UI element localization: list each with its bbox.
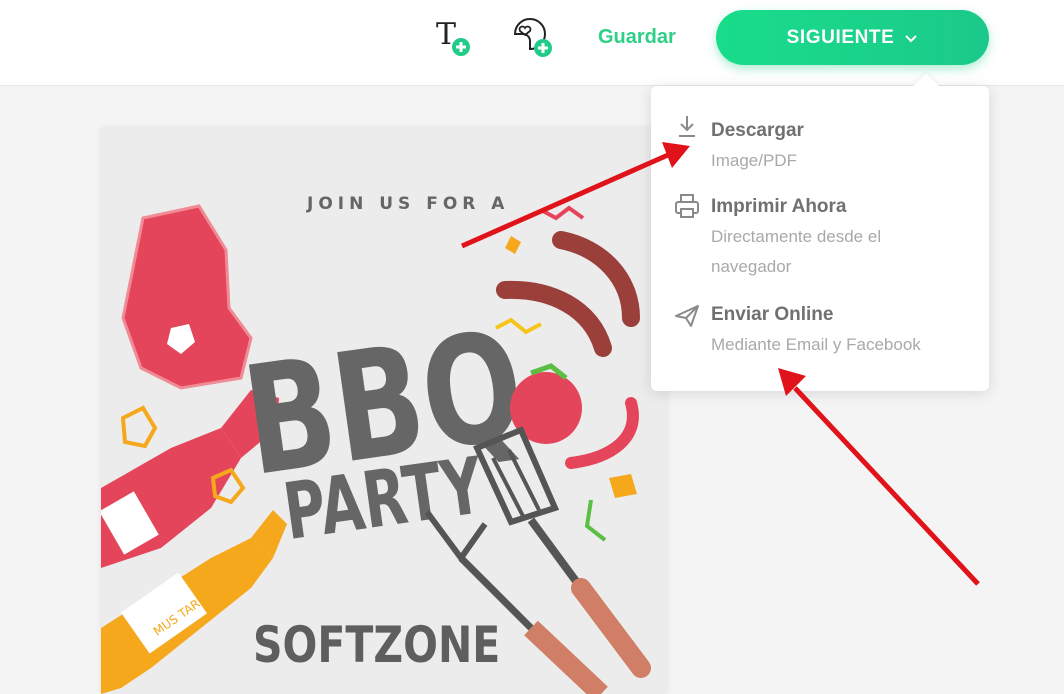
menu-item-title: Descargar (711, 120, 804, 141)
menu-item-subtitle: Mediante Email y Facebook (711, 335, 921, 354)
printer-icon (675, 194, 699, 218)
arrow-to-send-online (778, 368, 980, 586)
next-button-label: SIGUIENTE (786, 26, 895, 48)
save-button[interactable]: Guardar (598, 26, 676, 49)
design-canvas[interactable]: MUS TARD BBQ PARTY JOIN US FOR A SOFTZON… (101, 128, 667, 694)
menu-item-subtitle: Image/PDF (711, 151, 797, 170)
paper-plane-icon (675, 305, 699, 327)
brand-text: SOFTZONE (253, 616, 501, 674)
menu-item-send-online[interactable]: Enviar Online Mediante Email y Facebook (651, 292, 989, 362)
tagline-text: JOIN US FOR A (307, 194, 510, 214)
menu-item-title: Imprimir Ahora (711, 196, 847, 217)
add-sticker-button[interactable] (510, 14, 554, 58)
download-icon (679, 116, 695, 137)
next-button[interactable]: SIGUIENTE (716, 10, 989, 65)
top-bar: T Guardar SIGUIENTE (0, 0, 1064, 86)
next-dropdown-menu: Descargar Image/PDF Imprimir Ahora Direc… (651, 86, 989, 391)
text-plus-icon: T (436, 17, 470, 56)
menu-item-print[interactable]: Imprimir Ahora Directamente desde el nav… (651, 184, 989, 294)
menu-item-subtitle: Directamente desde el navegador (711, 227, 882, 276)
sticker-plus-icon (513, 18, 552, 57)
menu-item-download[interactable]: Descargar Image/PDF (651, 108, 989, 178)
chevron-down-icon (905, 34, 918, 42)
menu-item-title: Enviar Online (711, 304, 834, 325)
add-text-button[interactable]: T (432, 14, 476, 58)
